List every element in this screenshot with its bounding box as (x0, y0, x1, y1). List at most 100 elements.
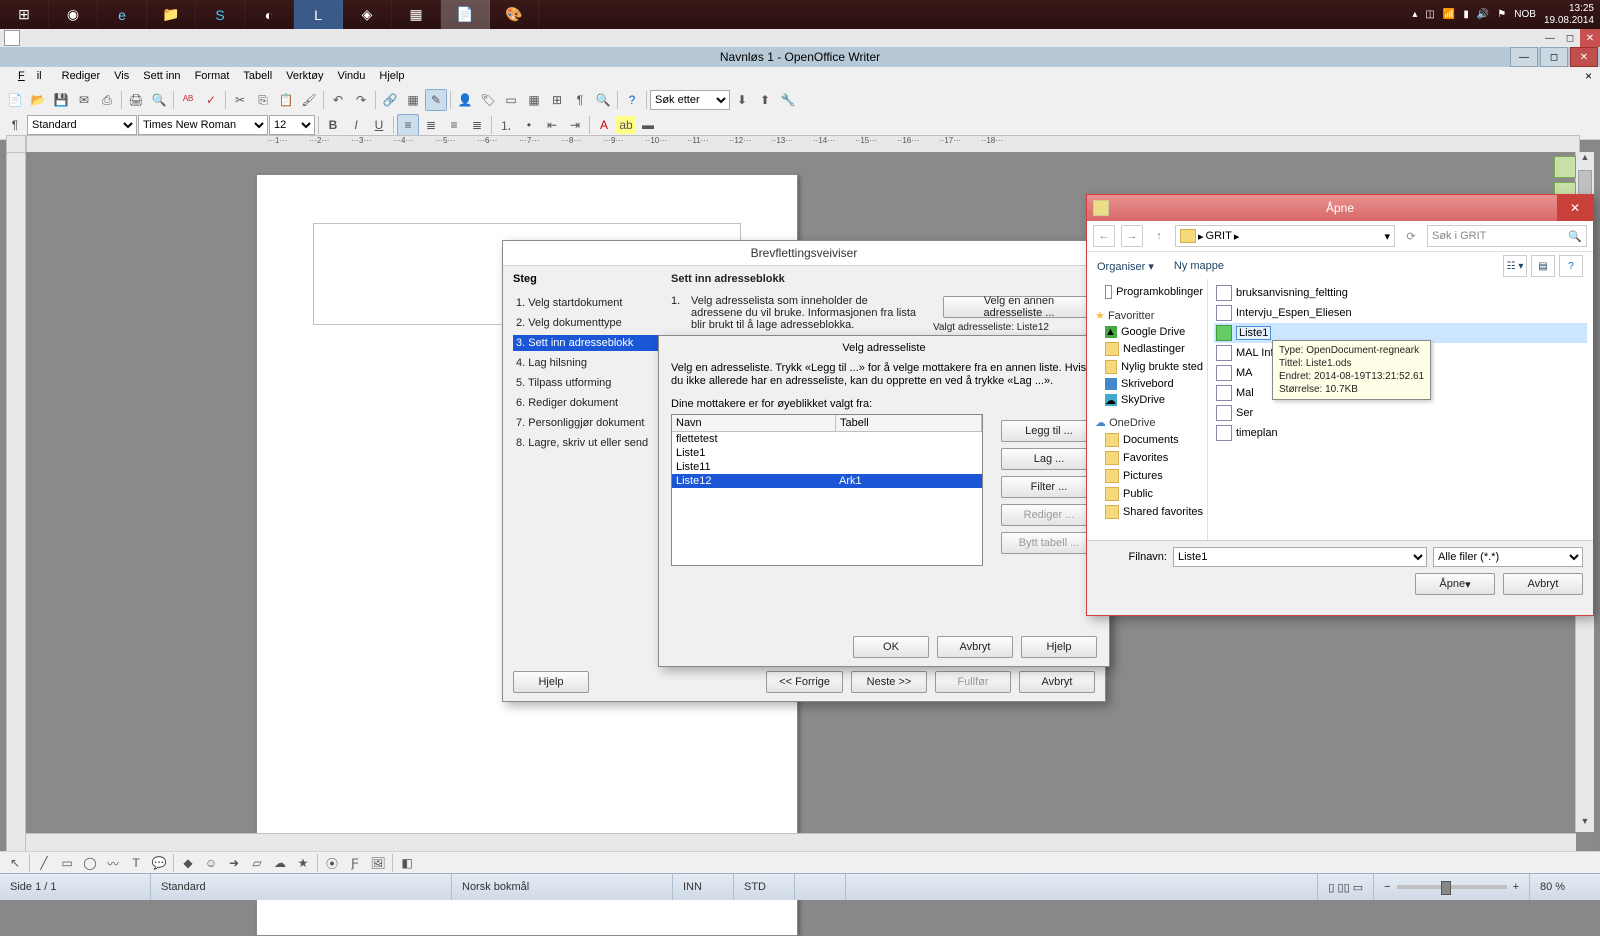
font-size[interactable]: 12 (269, 115, 315, 135)
tree-public[interactable]: Public (1087, 485, 1207, 503)
pdf-icon[interactable]: ⎙ (96, 89, 118, 111)
filedlg-search[interactable]: Søk i GRIT 🔍 (1427, 225, 1587, 247)
tray-flag-icon[interactable]: ⚑ (1497, 9, 1506, 20)
scroll-down-icon[interactable]: ▼ (1576, 816, 1594, 832)
zoom-out-icon[interactable]: − (1384, 881, 1390, 893)
view-single-icon[interactable]: ▯ (1328, 881, 1334, 894)
shapes-tool[interactable]: ◆ (177, 852, 199, 874)
status-style[interactable]: Standard (151, 874, 452, 900)
bold-button[interactable]: B (322, 114, 344, 136)
view-multi-icon[interactable]: ▯▯ (1338, 881, 1350, 894)
list-number[interactable]: ⒈ (495, 114, 517, 136)
format-paint-icon[interactable]: 🖌 (298, 89, 320, 111)
preview-icon[interactable]: 🔍 (148, 89, 170, 111)
hyperlink-icon[interactable]: 🔗 (379, 89, 401, 111)
tree-skydrive[interactable]: ☁SkyDrive (1087, 392, 1207, 408)
tree-google-drive[interactable]: ▲Google Drive (1087, 324, 1207, 340)
new-folder-button[interactable]: Ny mappe (1174, 260, 1224, 272)
outer-minimize[interactable]: — (1540, 29, 1560, 47)
edit-button[interactable]: Rediger ... (1001, 504, 1097, 526)
subdlg-cancel-button[interactable]: Avbryt (937, 636, 1013, 658)
status-sig[interactable] (795, 874, 846, 900)
line-tool[interactable]: ╱ (33, 852, 55, 874)
rect-tool[interactable]: ▭ (56, 852, 78, 874)
menu-sett-inn[interactable]: Sett inn (137, 68, 186, 84)
zoom-control[interactable]: − + (1374, 874, 1530, 900)
tb-icon-c[interactable]: ▭ (500, 89, 522, 111)
tb-icon-d[interactable]: ▦ (523, 89, 545, 111)
subdlg-ok-button[interactable]: OK (853, 636, 929, 658)
highlight-color[interactable]: ab (616, 116, 636, 134)
taskbar-chrome[interactable]: ◉ (49, 0, 98, 29)
tree-favorites[interactable]: Favorites (1087, 449, 1207, 467)
filetype-combo[interactable]: Alle filer (*.*) (1433, 547, 1583, 567)
list-row[interactable]: flettetest (672, 432, 982, 446)
zoom-slider[interactable] (1397, 885, 1507, 889)
paragraph-style[interactable]: Standard (27, 115, 137, 135)
tb-icon-a[interactable]: 👤 (454, 89, 476, 111)
fontwork-tool[interactable]: Ƒ (344, 852, 366, 874)
autospell-icon[interactable]: ✓ (200, 89, 222, 111)
save-icon[interactable]: 💾 (50, 89, 72, 111)
freeform-tool[interactable]: 〰 (102, 852, 124, 874)
wizard-back-button[interactable]: << Forrige (766, 671, 843, 693)
taskbar-skype[interactable]: S (196, 0, 245, 29)
styles-icon[interactable]: ¶ (4, 114, 26, 136)
status-std[interactable]: STD (734, 874, 795, 900)
redo-icon[interactable]: ↷ (350, 89, 372, 111)
tb-icon-f[interactable]: ¶ (569, 89, 591, 111)
zoom-in-icon[interactable]: + (1513, 881, 1519, 893)
file-item[interactable]: Intervju_Espen_Eliesen (1214, 303, 1587, 323)
indent-dec[interactable]: ⇤ (541, 114, 563, 136)
wizard-step-2[interactable]: 2. Velg dokumenttype (513, 315, 663, 331)
outer-close[interactable]: ✕ (1580, 29, 1600, 47)
taskbar-explorer[interactable]: 📁 (147, 0, 196, 29)
search-opts-icon[interactable]: 🔧 (777, 89, 799, 111)
close-button[interactable]: ✕ (1570, 47, 1598, 67)
zoom-percent[interactable]: 80 % (1530, 874, 1600, 900)
horizontal-scrollbar[interactable] (26, 833, 1576, 852)
taskbar-writer[interactable]: 📄 (441, 0, 490, 29)
italic-button[interactable]: I (345, 114, 367, 136)
filter-button[interactable]: Filter ... (1001, 476, 1097, 498)
tb-icon-e[interactable]: ⊞ (546, 89, 568, 111)
tb-icon-g[interactable]: 🔍 (592, 89, 614, 111)
ellipse-tool[interactable]: ◯ (79, 852, 101, 874)
print-icon[interactable]: 🖨 (125, 89, 147, 111)
tb-icon-b[interactable]: 🏷 (477, 89, 499, 111)
undo-icon[interactable]: ↶ (327, 89, 349, 111)
select-tool[interactable]: ↖ (4, 852, 26, 874)
wizard-cancel-button[interactable]: Avbryt (1019, 671, 1095, 693)
nav-up-button[interactable]: ↑ (1149, 226, 1169, 246)
arrow-tool[interactable]: ➜ (223, 852, 245, 874)
filename-combo[interactable]: Liste1 (1173, 547, 1427, 567)
wizard-step-4[interactable]: 4. Lag hilsning (513, 355, 663, 371)
copy-icon[interactable]: ⎘ (252, 89, 274, 111)
spellcheck-icon[interactable]: ᴬᴮ (177, 89, 199, 111)
wizard-help-button[interactable]: Hjelp (513, 671, 589, 693)
menu-rediger[interactable]: Rediger (56, 68, 107, 84)
tray-clock[interactable]: 13:25 19.08.2014 (1544, 3, 1594, 27)
nav-forward-button[interactable]: → (1121, 225, 1143, 247)
tree-pictures[interactable]: Pictures (1087, 467, 1207, 485)
wizard-step-1[interactable]: 1. Velg startdokument (513, 295, 663, 311)
cut-icon[interactable]: ✂ (229, 89, 251, 111)
tree-nylig[interactable]: Nylig brukte sted (1087, 358, 1207, 376)
swap-table-button[interactable]: Bytt tabell ... (1001, 532, 1097, 554)
horizontal-ruler[interactable]: ···1······2······3······4······5······6·… (26, 135, 1580, 153)
file-item[interactable]: bruksanvisning_feltting (1214, 283, 1587, 303)
table-icon[interactable]: ▦ (402, 89, 424, 111)
tree-nedlastinger[interactable]: Nedlastinger (1087, 340, 1207, 358)
vertical-ruler[interactable] (6, 152, 26, 852)
align-left[interactable]: ≡ (397, 114, 419, 136)
create-button[interactable]: Lag ... (1001, 448, 1097, 470)
help-button[interactable]: ? (1559, 255, 1583, 277)
start-button[interactable]: ⊞ (0, 0, 49, 29)
filedlg-cancel-button[interactable]: Avbryt (1503, 573, 1583, 595)
align-right[interactable]: ≡ (443, 114, 465, 136)
indent-inc[interactable]: ⇥ (564, 114, 586, 136)
align-center[interactable]: ≣ (420, 114, 442, 136)
tray-volume-icon[interactable]: 🔊 (1477, 9, 1489, 20)
extrusion-tool[interactable]: ◧ (396, 852, 418, 874)
breadcrumb-folder[interactable]: GRIT (1206, 230, 1232, 242)
